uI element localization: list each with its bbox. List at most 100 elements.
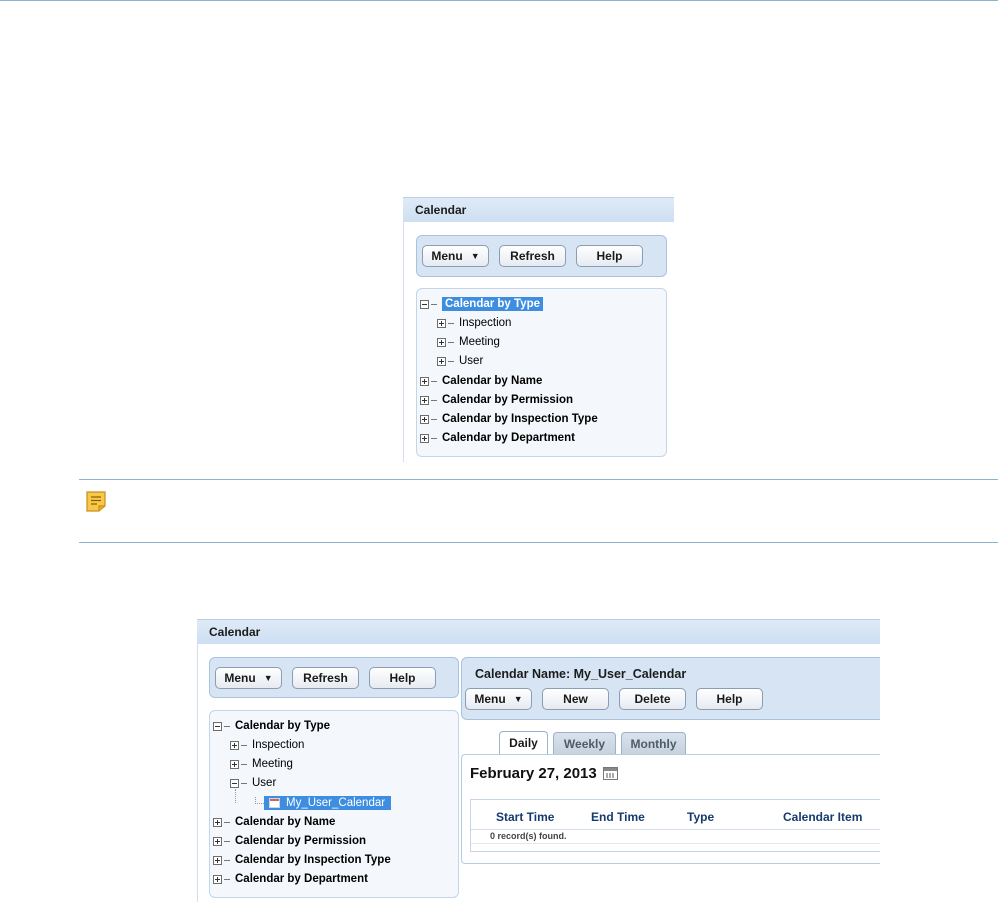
tree-node-calendar-by-department[interactable]: Calendar by Department [420, 432, 575, 444]
help-button-label: Help [389, 671, 416, 685]
help-button[interactable]: Help [576, 245, 643, 267]
menu-button-label: Menu [224, 671, 256, 685]
expand-icon[interactable] [437, 318, 446, 328]
tree-node-inspection[interactable]: Inspection [230, 739, 304, 751]
tree-connector [224, 725, 230, 727]
calendar-name-label: Calendar Name: My_User_Calendar [475, 667, 687, 681]
note-top-rule [79, 479, 998, 480]
expand-icon[interactable] [420, 395, 429, 405]
column-start-time[interactable]: Start Time [496, 810, 554, 824]
column-type[interactable]: Type [687, 810, 714, 824]
collapse-icon[interactable] [420, 299, 429, 309]
tree-node-label: Meeting [252, 758, 293, 770]
calendar-icon [269, 798, 280, 808]
tree-node-label: Calendar by Type [235, 720, 331, 732]
refresh-button-label: Refresh [303, 671, 348, 685]
expand-icon[interactable] [437, 337, 446, 347]
tree-node-label: Calendar by Name [442, 375, 543, 387]
help-button-label: Help [716, 692, 743, 706]
tree-node-user[interactable]: User [437, 355, 483, 367]
collapse-icon[interactable] [213, 721, 222, 731]
tree-connector [431, 380, 437, 382]
tree-node-label: Calendar by Inspection Type [442, 413, 598, 425]
tree-connector [448, 341, 454, 343]
tree-node-calendar-by-department[interactable]: Calendar by Department [213, 873, 368, 885]
refresh-button[interactable]: Refresh [499, 245, 566, 267]
date-picker-icon[interactable] [603, 767, 618, 780]
tree-node-calendar-by-name[interactable]: Calendar by Name [213, 816, 335, 828]
tree-node-calendar-by-type[interactable]: Calendar by Type [420, 297, 544, 311]
tree-connector [431, 399, 437, 401]
menu-button-label: Menu [474, 692, 506, 706]
tree-connector [241, 763, 247, 765]
tree-connector [224, 878, 230, 880]
panel-title: Calendar [197, 619, 880, 644]
menu-button-label: Menu [431, 249, 463, 263]
expand-icon[interactable] [213, 855, 222, 865]
expand-icon[interactable] [213, 874, 222, 884]
expand-icon[interactable] [420, 376, 429, 386]
collapse-icon[interactable] [230, 778, 239, 788]
expand-icon[interactable] [437, 356, 446, 366]
detail-menu-button[interactable]: Menu ▼ [465, 688, 532, 710]
menu-button[interactable]: Menu ▼ [215, 667, 282, 689]
expand-icon[interactable] [420, 414, 429, 424]
detail-help-button[interactable]: Help [696, 688, 763, 710]
tree-node-my-user-calendar[interactable]: My_User_Calendar [264, 796, 392, 810]
tree-node-label: My_User_Calendar [286, 797, 386, 809]
tree-node-user[interactable]: User [230, 777, 276, 789]
tree-connector [224, 821, 230, 823]
tree-node-calendar-by-inspection-type[interactable]: Calendar by Inspection Type [420, 413, 598, 425]
column-calendar-item[interactable]: Calendar Item [783, 810, 862, 824]
tree-node-inspection[interactable]: Inspection [437, 317, 511, 329]
tree-node-calendar-by-permission[interactable]: Calendar by Permission [213, 835, 366, 847]
date-label: February 27, 2013 [470, 765, 597, 782]
dropdown-arrow-icon: ▼ [263, 672, 273, 683]
expand-icon[interactable] [213, 817, 222, 827]
tree-node-label: User [459, 355, 484, 367]
menu-button[interactable]: Menu ▼ [422, 245, 489, 267]
column-end-time[interactable]: End Time [591, 810, 645, 824]
tab-label: Weekly [563, 736, 606, 751]
tree-node-label: Calendar by Department [442, 432, 575, 444]
tree-node-label: Calendar by Name [235, 816, 336, 828]
tree-node-calendar-by-name[interactable]: Calendar by Name [420, 375, 542, 387]
tree-node-label: Inspection [252, 739, 305, 751]
tab-label: Monthly [630, 736, 677, 751]
grid-divider [471, 829, 880, 830]
panel-title: Calendar [403, 197, 674, 222]
tree-node-label: Calendar by Permission [235, 835, 367, 847]
panel-left-border [197, 644, 198, 902]
help-button[interactable]: Help [369, 667, 436, 689]
tree-connector [224, 859, 230, 861]
tree-node-meeting[interactable]: Meeting [437, 336, 500, 348]
help-button-label: Help [596, 249, 623, 263]
tree-node-label: Inspection [459, 317, 512, 329]
tree-connector [448, 360, 454, 362]
new-button[interactable]: New [542, 688, 609, 710]
tree-node-label: Calendar by Department [235, 873, 368, 885]
expand-icon[interactable] [213, 836, 222, 846]
tree-connector [224, 840, 230, 842]
new-button-label: New [563, 692, 588, 706]
note-icon [86, 491, 106, 512]
dropdown-arrow-icon: ▼ [470, 250, 480, 261]
panel-title-text: Calendar [209, 625, 261, 639]
tab-daily[interactable]: Daily [499, 731, 548, 754]
tree-node-meeting[interactable]: Meeting [230, 758, 293, 770]
expand-icon[interactable] [420, 433, 429, 443]
tree-connector [448, 322, 454, 324]
expand-icon[interactable] [230, 740, 239, 750]
tab-monthly[interactable]: Monthly [621, 732, 686, 754]
panel-left-border [403, 222, 404, 462]
delete-button[interactable]: Delete [619, 688, 686, 710]
tree-node-calendar-by-permission[interactable]: Calendar by Permission [420, 394, 573, 406]
tree-node-calendar-by-type[interactable]: Calendar by Type [213, 720, 330, 732]
selected-node: My_User_Calendar [264, 796, 392, 810]
tree-dotted-connector [255, 803, 264, 804]
tab-weekly[interactable]: Weekly [553, 732, 616, 754]
tree-connector [431, 303, 437, 305]
expand-icon[interactable] [230, 759, 239, 769]
tree-node-calendar-by-inspection-type[interactable]: Calendar by Inspection Type [213, 854, 391, 866]
refresh-button[interactable]: Refresh [292, 667, 359, 689]
